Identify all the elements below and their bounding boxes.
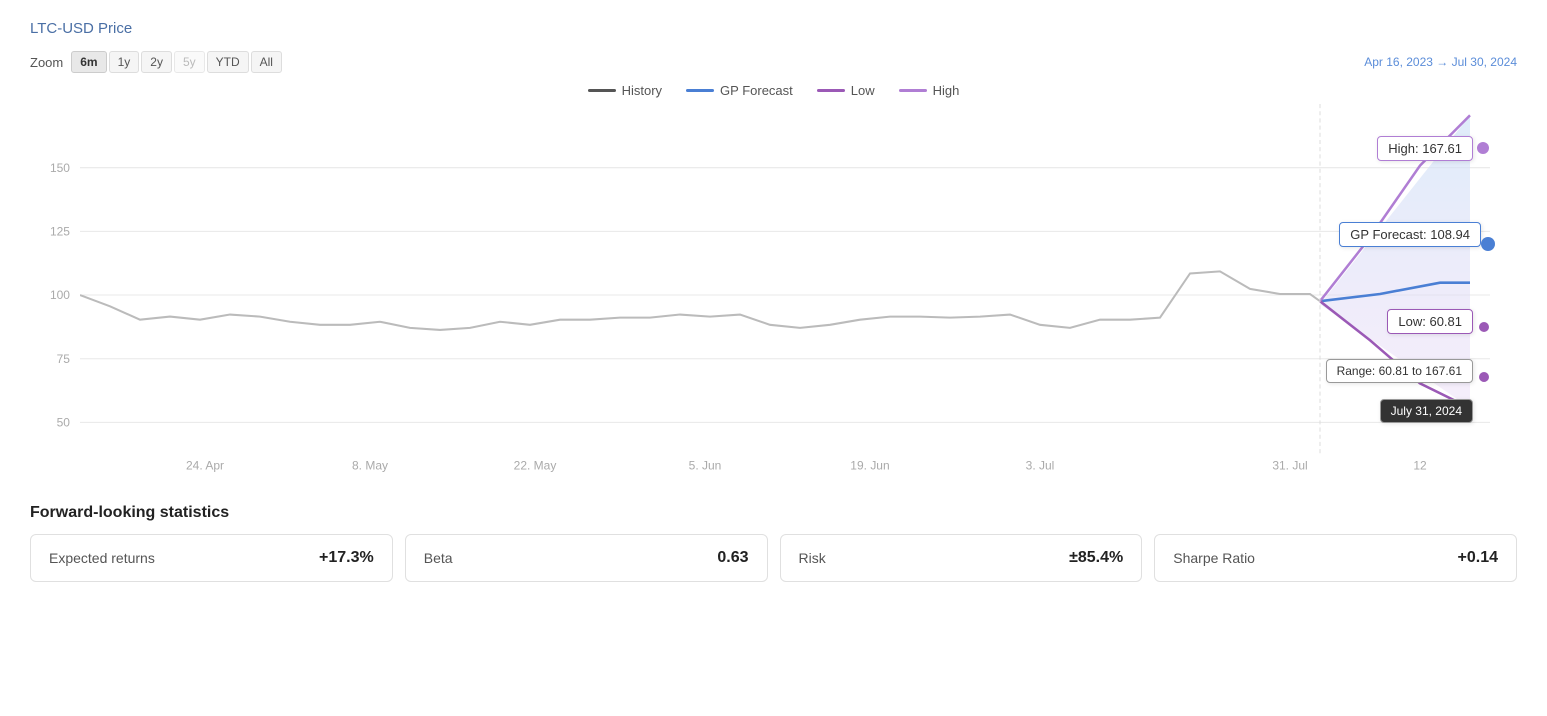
zoom-btn-2y[interactable]: 2y [141,51,172,73]
chart-legend: History GP Forecast Low High [30,83,1517,98]
legend-history: History [588,83,662,98]
zoom-buttons: 6m 1y 2y 5y YTD All [71,51,282,73]
svg-text:100: 100 [50,288,70,302]
svg-text:19. Jun: 19. Jun [850,458,889,472]
stat-value-expected-returns: +17.3% [319,549,374,567]
tooltip-gp: GP Forecast: 108.94 [1339,222,1481,247]
zoom-btn-6m[interactable]: 6m [71,51,106,73]
zoom-btn-all[interactable]: All [251,51,282,73]
stat-card-beta: Beta 0.63 [405,534,768,582]
legend-low: Low [817,83,875,98]
zoom-btn-ytd[interactable]: YTD [207,51,249,73]
legend-gp: GP Forecast [686,83,793,98]
zoom-btn-1y[interactable]: 1y [109,51,140,73]
svg-text:22. May: 22. May [514,458,558,472]
stat-value-beta: 0.63 [717,549,748,567]
dot-high [1477,142,1489,154]
svg-text:24. Apr: 24. Apr [186,458,224,472]
chart-svg: 50 75 100 125 150 [30,104,1517,484]
legend-gp-line [686,89,714,92]
svg-text:50: 50 [57,415,71,429]
legend-high-label: High [933,83,960,98]
svg-text:125: 125 [50,224,70,238]
date-range: Apr 16, 2023 → Jul 30, 2024 [1364,55,1517,69]
legend-high: High [899,83,960,98]
svg-text:5. Jun: 5. Jun [689,458,722,472]
stats-cards: Expected returns +17.3% Beta 0.63 Risk ±… [30,534,1517,582]
zoom-btn-5y[interactable]: 5y [174,51,205,73]
main-container: LTC-USD Price Zoom 6m 1y 2y 5y YTD All A… [0,0,1547,602]
stat-card-expected-returns: Expected returns +17.3% [30,534,393,582]
svg-text:3. Jul: 3. Jul [1026,458,1055,472]
legend-low-line [817,89,845,92]
stat-label-beta: Beta [424,550,453,566]
legend-history-line [588,89,616,92]
stat-card-risk: Risk ±85.4% [780,534,1143,582]
tooltip-low: Low: 60.81 [1387,309,1473,334]
zoom-label: Zoom [30,55,63,70]
stat-value-risk: ±85.4% [1069,549,1123,567]
chart-title: LTC-USD Price [30,20,1517,37]
legend-low-label: Low [851,83,875,98]
stat-label-risk: Risk [799,550,826,566]
chart-area: 50 75 100 125 150 [30,104,1517,484]
svg-text:31. Jul: 31. Jul [1272,458,1307,472]
stat-card-sharpe-ratio: Sharpe Ratio +0.14 [1154,534,1517,582]
dot-gp [1481,237,1495,251]
legend-high-line [899,89,927,92]
svg-text:12: 12 [1413,458,1427,472]
stat-label-expected-returns: Expected returns [49,550,155,566]
stats-title: Forward-looking statistics [30,504,1517,522]
dot-low [1479,322,1489,332]
tooltip-date: July 31, 2024 [1380,399,1473,423]
tooltip-high: High: 167.61 [1377,136,1473,161]
legend-history-label: History [622,83,662,98]
tooltip-range: Range: 60.81 to 167.61 [1326,359,1473,383]
legend-gp-label: GP Forecast [720,83,793,98]
zoom-row: Zoom 6m 1y 2y 5y YTD All Apr 16, 2023 → … [30,51,1517,73]
svg-text:8. May: 8. May [352,458,389,472]
dot-range [1479,372,1489,382]
svg-text:75: 75 [57,352,71,366]
stat-value-sharpe-ratio: +0.14 [1458,549,1498,567]
stat-label-sharpe-ratio: Sharpe Ratio [1173,550,1255,566]
stats-section: Forward-looking statistics Expected retu… [30,504,1517,582]
svg-text:150: 150 [50,161,70,175]
